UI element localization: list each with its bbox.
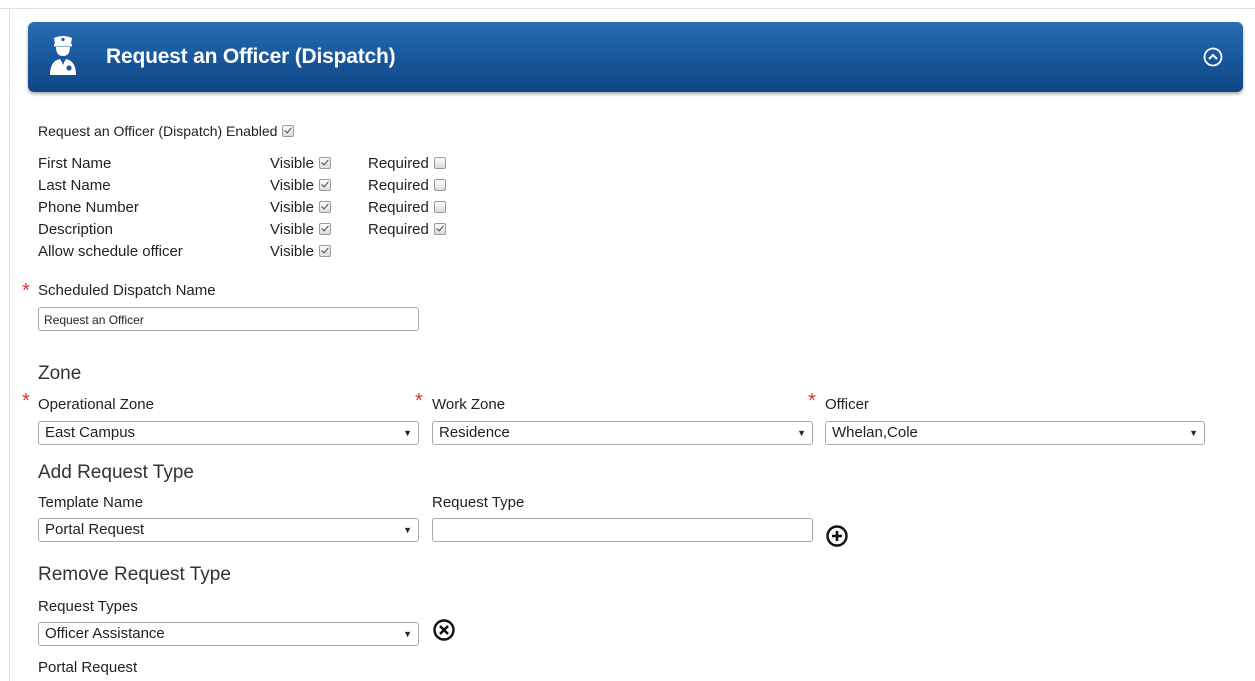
plus-circle-icon[interactable] xyxy=(825,524,849,548)
dispatch-name-label: Scheduled Dispatch Name xyxy=(38,282,216,299)
panel-title: Request an Officer (Dispatch) xyxy=(106,45,396,68)
enabled-checkbox[interactable] xyxy=(282,125,295,137)
visible-checkbox[interactable] xyxy=(318,245,331,257)
dropdown-arrow-icon: ▼ xyxy=(403,629,412,639)
dropdown-arrow-icon: ▼ xyxy=(797,428,806,438)
zone-heading: Zone xyxy=(38,363,82,384)
remove-request-heading: Remove Request Type xyxy=(38,564,231,585)
visible-checkbox[interactable] xyxy=(318,223,331,235)
field-label: First Name xyxy=(38,155,112,172)
visible-label: Visible xyxy=(270,177,314,194)
left-divider xyxy=(9,8,10,681)
close-circle-icon[interactable] xyxy=(432,618,456,642)
visible-label: Visible xyxy=(270,243,314,260)
required-marker: * xyxy=(808,390,816,412)
required-marker: * xyxy=(22,390,30,412)
work-zone-select[interactable]: Residence ▼ xyxy=(432,421,813,445)
required-marker: * xyxy=(22,280,30,302)
enabled-row: Request an Officer (Dispatch) Enabled xyxy=(38,123,295,139)
operational-zone-select[interactable]: East Campus ▼ xyxy=(38,421,419,445)
required-marker: * xyxy=(415,390,423,412)
dropdown-arrow-icon: ▼ xyxy=(403,428,412,438)
required-label: Required xyxy=(368,199,429,216)
required-checkbox[interactable] xyxy=(433,179,446,191)
top-divider xyxy=(0,8,1255,9)
field-label: Phone Number xyxy=(38,199,139,216)
field-label: Allow schedule officer xyxy=(38,243,183,260)
visible-label: Visible xyxy=(270,155,314,172)
template-name-label: Template Name xyxy=(38,494,144,511)
required-label: Required xyxy=(368,177,429,194)
visible-checkbox[interactable] xyxy=(318,179,331,191)
operational-zone-value: East Campus xyxy=(45,424,136,441)
panel-header[interactable]: Request an Officer (Dispatch) xyxy=(28,22,1243,92)
police-officer-icon xyxy=(50,36,76,75)
required-label: Required xyxy=(368,221,429,238)
portal-request-label: Portal Request xyxy=(38,659,138,676)
visible-label: Visible xyxy=(270,221,314,238)
required-label: Required xyxy=(368,155,429,172)
field-label: Description xyxy=(38,221,114,238)
template-name-select[interactable]: Portal Request ▼ xyxy=(38,518,419,542)
visible-label: Visible xyxy=(270,199,314,216)
enabled-label: Request an Officer (Dispatch) Enabled xyxy=(38,123,278,139)
field-row-description: Description Visible Required xyxy=(38,219,498,241)
request-types-select[interactable]: Officer Assistance ▼ xyxy=(38,622,419,646)
required-checkbox[interactable] xyxy=(433,157,446,169)
field-label: Last Name xyxy=(38,177,111,194)
work-zone-label: Work Zone xyxy=(432,396,506,413)
request-types-label: Request Types xyxy=(38,598,138,615)
dropdown-arrow-icon: ▼ xyxy=(403,525,412,535)
operational-zone-label: Operational Zone xyxy=(38,396,154,413)
chevron-up-circle-icon[interactable] xyxy=(1203,47,1223,67)
officer-value: Whelan,Cole xyxy=(832,424,918,441)
field-row-last-name: Last Name Visible Required xyxy=(38,175,498,197)
field-row-phone-number: Phone Number Visible Required xyxy=(38,197,498,219)
field-row-first-name: First Name Visible Required xyxy=(38,153,498,175)
request-types-value: Officer Assistance xyxy=(45,625,165,642)
request-type-label: Request Type xyxy=(432,494,525,511)
request-type-input[interactable] xyxy=(432,518,813,542)
dropdown-arrow-icon: ▼ xyxy=(1189,428,1198,438)
visible-checkbox[interactable] xyxy=(318,157,331,169)
field-row-allow-schedule-officer: Allow schedule officer Visible xyxy=(38,241,498,263)
officer-select[interactable]: Whelan,Cole ▼ xyxy=(825,421,1205,445)
add-request-heading: Add Request Type xyxy=(38,462,194,483)
work-zone-value: Residence xyxy=(439,424,510,441)
template-name-value: Portal Request xyxy=(45,521,145,538)
dispatch-name-input[interactable]: Request an Officer xyxy=(38,307,419,331)
required-checkbox[interactable] xyxy=(433,201,446,213)
required-checkbox[interactable] xyxy=(433,223,446,235)
visible-checkbox[interactable] xyxy=(318,201,331,213)
officer-label: Officer xyxy=(825,396,869,413)
